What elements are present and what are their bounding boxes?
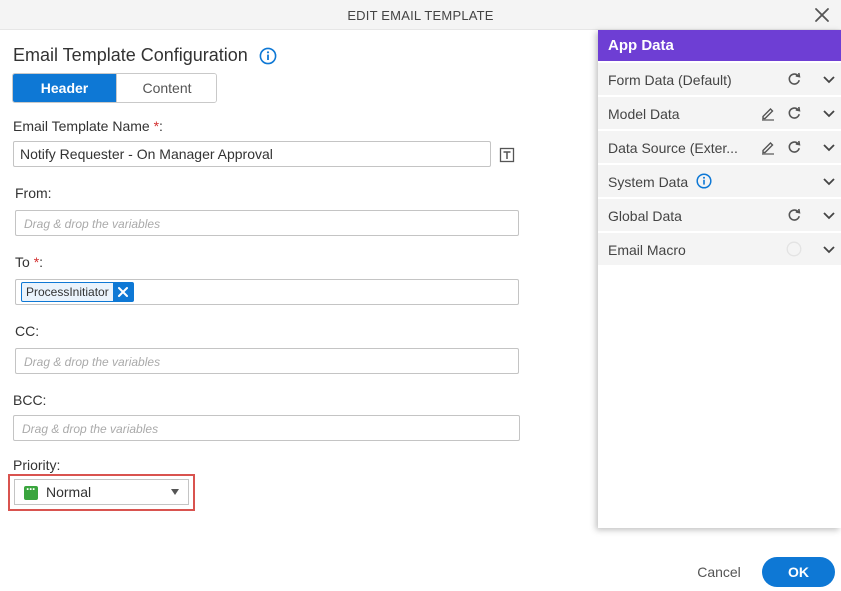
close-icon[interactable] (811, 4, 833, 26)
template-name-input[interactable]: Notify Requester - On Manager Approval (13, 141, 491, 167)
page-title: Email Template Configuration (13, 45, 248, 65)
info-icon[interactable] (696, 173, 712, 189)
app-data-row-form-data[interactable]: Form Data (Default) (598, 63, 841, 95)
app-data-row-global-data[interactable]: Global Data (598, 199, 841, 231)
cc-drop-zone[interactable]: Drag & drop the variables (15, 348, 519, 374)
app-data-panel: App Data Form Data (Default) Model Data … (598, 30, 841, 528)
chevron-down-icon[interactable] (821, 207, 837, 223)
refresh-icon[interactable] (786, 207, 802, 223)
cc-label: CC: (15, 323, 40, 339)
tab-header[interactable]: Header (13, 74, 116, 102)
row-label: Model Data (608, 106, 680, 122)
priority-value: Normal (46, 484, 92, 500)
dialog-title: EDIT EMAIL TEMPLATE (347, 8, 494, 23)
priority-select[interactable]: Normal (14, 479, 189, 505)
text-format-icon[interactable] (499, 147, 515, 163)
app-data-row-email-macro[interactable]: Email Macro (598, 233, 841, 265)
header-content-tabs: Header Content (12, 73, 217, 103)
remove-chip-icon[interactable] (112, 283, 133, 301)
edit-icon[interactable] (760, 139, 776, 155)
template-name-label-text: Email Template Name (13, 118, 150, 134)
row-label: Data Source (Exter... (608, 140, 738, 156)
from-label: From: (15, 185, 52, 201)
priority-label: Priority: (13, 457, 61, 473)
edit-icon[interactable] (760, 105, 776, 121)
row-label: Global Data (608, 208, 682, 224)
refresh-icon[interactable] (786, 105, 802, 121)
help-icon[interactable] (786, 241, 802, 257)
row-label: Email Macro (608, 242, 686, 258)
chevron-down-icon[interactable] (821, 105, 837, 121)
from-drop-zone[interactable]: Drag & drop the variables (15, 210, 519, 236)
bcc-placeholder: Drag & drop the variables (22, 422, 159, 436)
cancel-button[interactable]: Cancel (690, 560, 748, 584)
row-label: System Data (608, 174, 689, 190)
bcc-label: BCC: (13, 392, 47, 408)
to-drop-zone[interactable]: ProcessInitiator (15, 279, 519, 305)
recipient-chip: ProcessInitiator (21, 282, 134, 302)
app-data-title: App Data (598, 30, 841, 61)
required-mark: * (153, 118, 160, 134)
row-label: Form Data (Default) (608, 72, 732, 88)
chevron-down-icon[interactable] (821, 241, 837, 257)
chevron-down-icon[interactable] (821, 139, 837, 155)
chevron-down-icon[interactable] (821, 71, 837, 87)
chevron-down-icon[interactable] (821, 173, 837, 189)
dialog-titlebar: EDIT EMAIL TEMPLATE (0, 0, 841, 30)
info-icon[interactable] (259, 47, 277, 65)
ok-button[interactable]: OK (762, 557, 835, 587)
to-label: To *: (15, 254, 44, 270)
bcc-drop-zone[interactable]: Drag & drop the variables (13, 415, 520, 441)
dropdown-caret-icon (171, 489, 179, 495)
recipient-chip-label: ProcessInitiator (26, 285, 109, 299)
tab-content[interactable]: Content (116, 74, 216, 102)
cc-placeholder: Drag & drop the variables (24, 355, 161, 369)
app-data-row-system-data[interactable]: System Data (598, 165, 841, 197)
to-label-text: To (15, 254, 30, 270)
from-placeholder: Drag & drop the variables (24, 217, 161, 231)
template-name-label: Email Template Name *: (13, 118, 163, 134)
refresh-icon[interactable] (786, 71, 802, 87)
app-data-row-data-source[interactable]: Data Source (Exter... (598, 131, 841, 163)
priority-normal-icon (24, 482, 38, 500)
required-mark: * (33, 254, 40, 270)
refresh-icon[interactable] (786, 139, 802, 155)
app-data-row-model-data[interactable]: Model Data (598, 97, 841, 129)
